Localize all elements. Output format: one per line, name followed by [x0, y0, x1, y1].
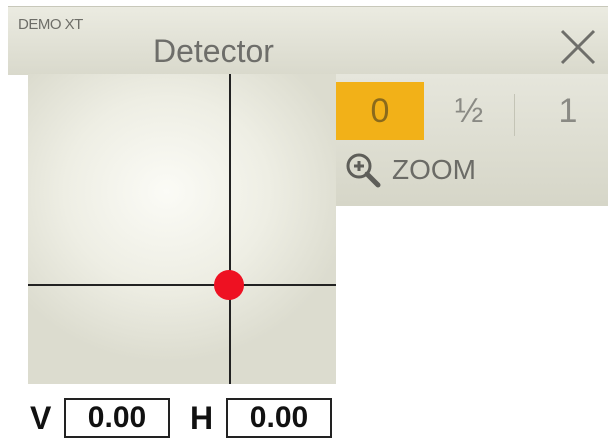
zoom-in-icon — [346, 153, 381, 188]
close-icon — [560, 29, 596, 65]
detector-window: DEMO XT Detector 0 ½ 1 ZOOM V 0.00 H 0.0… — [0, 0, 611, 448]
v-value-field[interactable]: 0.00 — [64, 398, 170, 438]
zoom-panel: 0 ½ 1 ZOOM — [336, 74, 608, 206]
app-name: DEMO XT — [18, 16, 83, 33]
detector-view[interactable] — [28, 74, 336, 384]
zoom-option-0[interactable]: 0 — [336, 82, 424, 140]
zoom-button[interactable]: ZOOM — [344, 150, 604, 190]
zoom-option-1[interactable]: 1 — [532, 82, 604, 140]
v-label: V — [30, 400, 52, 436]
crosshair-horizontal — [28, 284, 336, 286]
close-button[interactable] — [558, 27, 598, 67]
h-label: H — [190, 400, 214, 436]
zoom-divider — [514, 94, 515, 136]
position-marker[interactable] — [214, 270, 244, 300]
position-readouts: V 0.00 H 0.00 — [30, 396, 340, 440]
h-value-field[interactable]: 0.00 — [226, 398, 332, 438]
zoom-options: 0 ½ 1 — [336, 82, 608, 140]
title-bar: DEMO XT Detector — [8, 6, 608, 75]
crosshair-vertical — [229, 74, 231, 384]
zoom-label: ZOOM — [392, 154, 476, 185]
zoom-option-half[interactable]: ½ — [424, 82, 514, 140]
window-title: Detector — [153, 33, 274, 69]
